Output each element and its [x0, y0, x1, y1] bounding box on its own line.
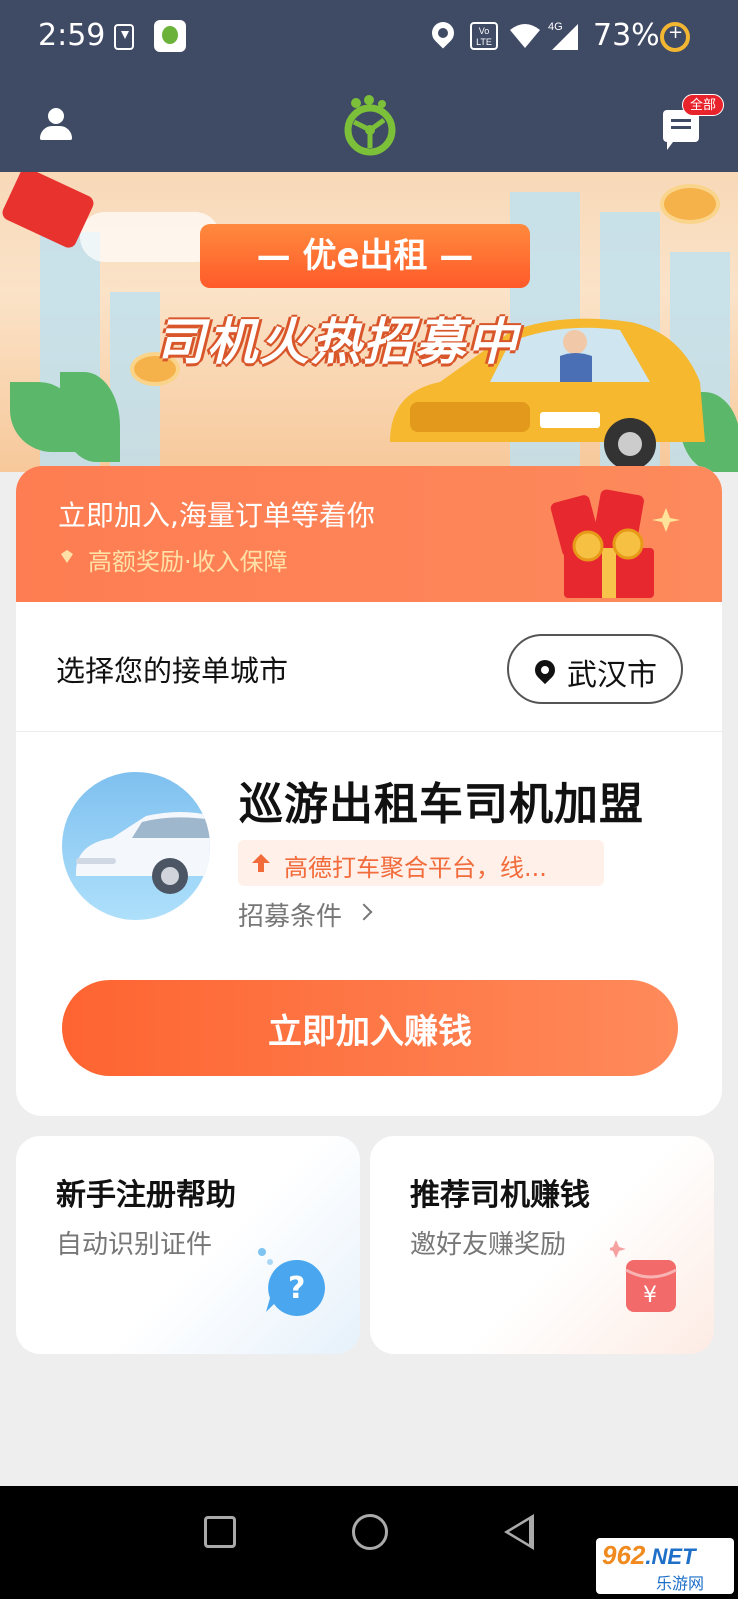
user-profile-icon[interactable] — [38, 108, 74, 144]
banner-slogan: 司机火热招募中 — [155, 313, 519, 371]
join-earn-button[interactable]: 立即加入赚钱 — [62, 980, 678, 1076]
diamond-icon — [61, 550, 73, 563]
battery-percent: 73% — [593, 18, 660, 53]
status-bar: 2:59 Vo LTE 4G 73% — [0, 0, 738, 76]
location-icon — [427, 17, 459, 49]
watermark-net: .NET — [645, 1544, 696, 1569]
watermark-sitename: 乐游网 — [656, 1574, 705, 1593]
svg-text:?: ? — [288, 1271, 305, 1306]
job-title: 巡游出租车司机加盟 — [239, 779, 644, 830]
app-logo-icon — [344, 95, 396, 156]
signal-icon: 4G — [548, 21, 578, 50]
city-label: 选择您的接单城市 — [56, 654, 289, 688]
banner-cloud — [80, 212, 220, 262]
brand-ribbon: — 优e出租 — — [174, 224, 556, 288]
back-triangle-icon[interactable] — [504, 1514, 534, 1550]
home-circle-icon[interactable] — [352, 1514, 388, 1550]
recents-square-icon[interactable] — [204, 1516, 236, 1548]
registration-help-card[interactable]: 新手注册帮助 自动识别证件 ? — [16, 1136, 360, 1354]
battery-saver-icon — [660, 22, 690, 52]
job-thumbnail — [62, 772, 210, 920]
message-badge[interactable]: 全部 — [682, 94, 725, 116]
watermark-digits: 962 — [602, 1540, 646, 1570]
site-watermark: 962.NET 乐游网 — [596, 1538, 734, 1594]
svg-text:¥: ¥ — [643, 1283, 657, 1308]
map-pin-icon — [530, 655, 560, 685]
refer-card-subtitle: 邀好友赚奖励 — [410, 1230, 567, 1260]
recruit-banner[interactable]: — 优e出租 — 司机火热招募中 — [0, 172, 738, 472]
promo-subtitle: 高额奖励·收入保障 — [88, 548, 288, 576]
app-header: 全部 — [0, 76, 738, 172]
user-head-shape — [48, 108, 64, 124]
upgrade-arrow-icon — [252, 854, 270, 872]
watermark-logo: 962.NET — [602, 1540, 696, 1571]
help-card-subtitle: 自动识别证件 — [56, 1230, 213, 1260]
job-tag: 高德打车聚合平台，线... — [238, 840, 604, 886]
download-icon — [114, 24, 134, 50]
refer-driver-card[interactable]: 推荐司机赚钱 邀好友赚奖励 ¥ — [370, 1136, 714, 1354]
signal-label: 4G — [548, 21, 563, 33]
recruit-card: 立即加入,海量订单等着你 高额奖励·收入保障 选择您的接单城市 武汉市 巡游出租… — [16, 466, 722, 1116]
user-body-shape — [40, 126, 72, 140]
promo-title: 立即加入,海量订单等着你 — [58, 499, 375, 532]
app-notification-icon — [154, 20, 186, 52]
status-time: 2:59 — [38, 18, 106, 53]
white-car-icon — [76, 812, 210, 894]
conditions-link[interactable]: 招募条件 — [238, 896, 342, 933]
help-card-title: 新手注册帮助 — [56, 1178, 236, 1213]
refer-card-title: 推荐司机赚钱 — [410, 1178, 590, 1213]
selected-city: 武汉市 — [567, 658, 657, 693]
chevron-right-icon[interactable] — [355, 903, 373, 921]
wifi-icon — [510, 24, 540, 48]
coin-icon — [660, 184, 720, 224]
question-bubble-icon: ? — [258, 1248, 325, 1316]
volte-icon: Vo LTE — [470, 22, 498, 50]
red-packet-icon: ¥ — [610, 1240, 677, 1312]
job-tag-text: 高德打车聚合平台，线... — [284, 854, 547, 882]
gift-box-icon — [550, 489, 680, 598]
city-select-button[interactable]: 武汉市 — [507, 634, 683, 704]
city-selector-row: 选择您的接单城市 武汉市 — [16, 602, 722, 732]
promo-header: 立即加入,海量订单等着你 高额奖励·收入保障 — [16, 466, 722, 602]
